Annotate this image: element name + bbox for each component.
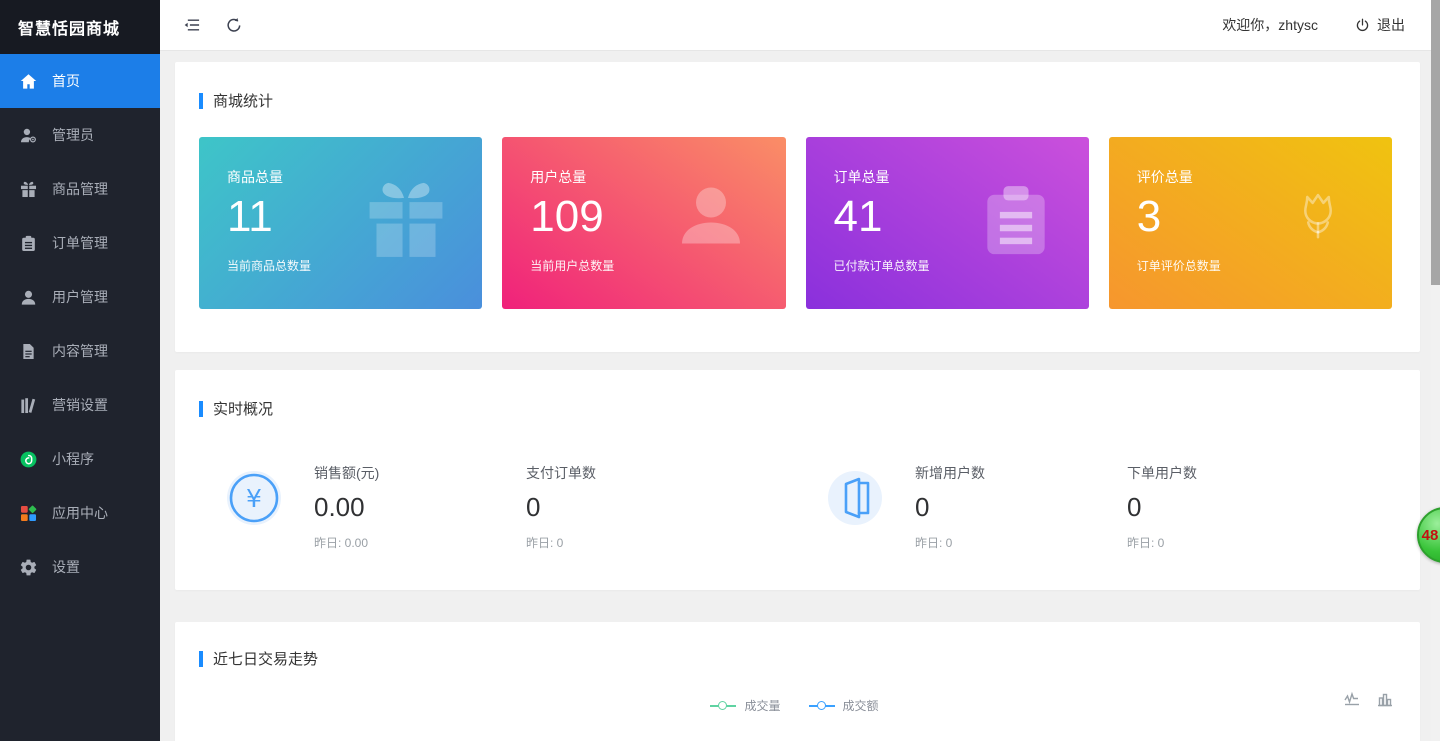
legend-marker-icon bbox=[809, 701, 835, 711]
title-accent-bar bbox=[199, 401, 203, 417]
power-icon bbox=[1354, 17, 1371, 34]
sidebar-item-marketing[interactable]: 营销设置 bbox=[0, 378, 160, 432]
sidebar-item-label: 设置 bbox=[52, 557, 80, 577]
stat-cards-row: 商品总量 11 当前商品总数量 用户总量 109 当前用户总数量 bbox=[199, 137, 1392, 309]
stat-value: 0 bbox=[526, 492, 738, 523]
sidebar-item-settings[interactable]: 设置 bbox=[0, 540, 160, 594]
sidebar-item-content[interactable]: 内容管理 bbox=[0, 324, 160, 378]
sidebar-item-label: 首页 bbox=[52, 71, 80, 91]
stat-yesterday: 昨日: 0 bbox=[526, 534, 738, 551]
svg-text:¥: ¥ bbox=[246, 484, 262, 513]
realtime-row: ¥ 销售额(元) 0.00 昨日: 0.00 支付订单数 0 昨日: 0 新增用… bbox=[199, 463, 1392, 551]
stat-ordering-users: 下单用户数 0 昨日: 0 bbox=[1127, 463, 1339, 551]
clipboard-icon bbox=[973, 178, 1059, 269]
stat-card-products[interactable]: 商品总量 11 当前商品总数量 bbox=[199, 137, 482, 309]
stat-card-reviews[interactable]: 评价总量 3 订单评价总数量 bbox=[1109, 137, 1392, 309]
scrollbar-thumb[interactable] bbox=[1431, 0, 1440, 285]
sidebar-item-label: 内容管理 bbox=[52, 341, 108, 361]
document-icon bbox=[19, 342, 38, 361]
realtime-title: 实时概况 bbox=[199, 398, 1392, 419]
sidebar-item-label: 营销设置 bbox=[52, 395, 108, 415]
badge-value: 48 bbox=[1422, 527, 1439, 544]
stat-new-users: 新增用户数 0 昨日: 0 bbox=[915, 463, 1127, 551]
admin-icon bbox=[19, 126, 38, 145]
sidebar-item-label: 应用中心 bbox=[52, 503, 108, 523]
legend-label: 成交量 bbox=[744, 697, 780, 714]
sidebar-item-label: 订单管理 bbox=[52, 233, 108, 253]
stat-label: 销售额(元) bbox=[314, 463, 526, 483]
books-icon bbox=[19, 396, 38, 415]
stat-label: 支付订单数 bbox=[526, 463, 738, 483]
app-grid-icon bbox=[19, 504, 38, 523]
person-icon bbox=[666, 176, 756, 271]
sidebar-item-orders[interactable]: 订单管理 bbox=[0, 216, 160, 270]
order-clipboard-icon bbox=[19, 234, 38, 253]
stat-value: 0 bbox=[1127, 492, 1339, 523]
gift-icon bbox=[360, 175, 452, 272]
stat-card-orders[interactable]: 订单总量 41 已付款订单总数量 bbox=[806, 137, 1089, 309]
sidebar-item-label: 用户管理 bbox=[52, 287, 108, 307]
sidebar-item-admin[interactable]: 管理员 bbox=[0, 108, 160, 162]
gift-icon bbox=[19, 180, 38, 199]
legend-marker-icon bbox=[710, 701, 736, 711]
tulip-icon bbox=[1274, 177, 1362, 270]
legend-label: 成交额 bbox=[843, 697, 879, 714]
title-accent-bar bbox=[199, 93, 203, 109]
refresh-icon[interactable] bbox=[224, 15, 244, 35]
chart-toolbox bbox=[1343, 690, 1394, 708]
sidebar: 智慧恬园商城 首页 管理员 商品管理 bbox=[0, 0, 160, 741]
stat-value: 0 bbox=[915, 492, 1127, 523]
stat-card-users[interactable]: 用户总量 109 当前用户总数量 bbox=[502, 137, 785, 309]
sidebar-item-label: 管理员 bbox=[52, 125, 94, 145]
bar-chart-icon[interactable] bbox=[1376, 690, 1394, 708]
user-icon bbox=[19, 288, 38, 307]
stat-sales: 销售额(元) 0.00 昨日: 0.00 bbox=[314, 463, 526, 551]
sidebar-item-label: 小程序 bbox=[52, 449, 94, 469]
legend-item-amount[interactable]: 成交额 bbox=[809, 697, 879, 714]
miniprogram-icon bbox=[19, 450, 38, 469]
shop-stats-panel: 商城统计 商品总量 11 当前商品总数量 用户总量 109 bbox=[175, 62, 1420, 352]
stat-paid-orders: 支付订单数 0 昨日: 0 bbox=[526, 463, 738, 551]
page-scrollbar[interactable] bbox=[1431, 0, 1440, 741]
header-right: 欢迎你，zhtysc 退出 bbox=[1222, 15, 1440, 35]
chart-legend: 成交量 成交额 bbox=[199, 697, 1390, 714]
stat-value: 0.00 bbox=[314, 492, 526, 523]
home-icon bbox=[19, 72, 38, 91]
stat-label: 下单用户数 bbox=[1127, 463, 1339, 483]
door-icon bbox=[828, 471, 882, 525]
trend-chart-panel: 近七日交易走势 成交量 成交额 bbox=[175, 622, 1420, 741]
logout-button[interactable]: 退出 bbox=[1354, 15, 1405, 35]
logout-label: 退出 bbox=[1377, 15, 1405, 35]
sidebar-item-label: 商品管理 bbox=[52, 179, 108, 199]
welcome-text: 欢迎你，zhtysc bbox=[1222, 15, 1318, 35]
stat-yesterday: 昨日: 0 bbox=[1127, 534, 1339, 551]
sidebar-item-products[interactable]: 商品管理 bbox=[0, 162, 160, 216]
legend-item-volume[interactable]: 成交量 bbox=[710, 697, 780, 714]
fold-menu-icon[interactable] bbox=[182, 15, 202, 35]
sidebar-item-home[interactable]: 首页 bbox=[0, 54, 160, 108]
line-chart-icon[interactable] bbox=[1343, 690, 1361, 708]
main-content: 商城统计 商品总量 11 当前商品总数量 用户总量 109 bbox=[160, 50, 1440, 741]
realtime-panel: 实时概况 ¥ 销售额(元) 0.00 昨日: 0.00 支付订单数 0 昨日: … bbox=[175, 370, 1420, 590]
title-accent-bar bbox=[199, 651, 203, 667]
stat-yesterday: 昨日: 0.00 bbox=[314, 534, 526, 551]
sidebar-item-miniprogram[interactable]: 小程序 bbox=[0, 432, 160, 486]
sidebar-item-appcenter[interactable]: 应用中心 bbox=[0, 486, 160, 540]
gear-icon bbox=[19, 558, 38, 577]
app-logo: 智慧恬园商城 bbox=[0, 0, 160, 54]
yen-circle-icon: ¥ bbox=[227, 471, 281, 525]
stat-yesterday: 昨日: 0 bbox=[915, 534, 1127, 551]
top-header: 欢迎你，zhtysc 退出 bbox=[160, 0, 1440, 51]
sidebar-item-users[interactable]: 用户管理 bbox=[0, 270, 160, 324]
trend-chart-title: 近七日交易走势 bbox=[199, 648, 1390, 669]
shop-stats-title: 商城统计 bbox=[199, 90, 1392, 111]
stat-label: 新增用户数 bbox=[915, 463, 1127, 483]
